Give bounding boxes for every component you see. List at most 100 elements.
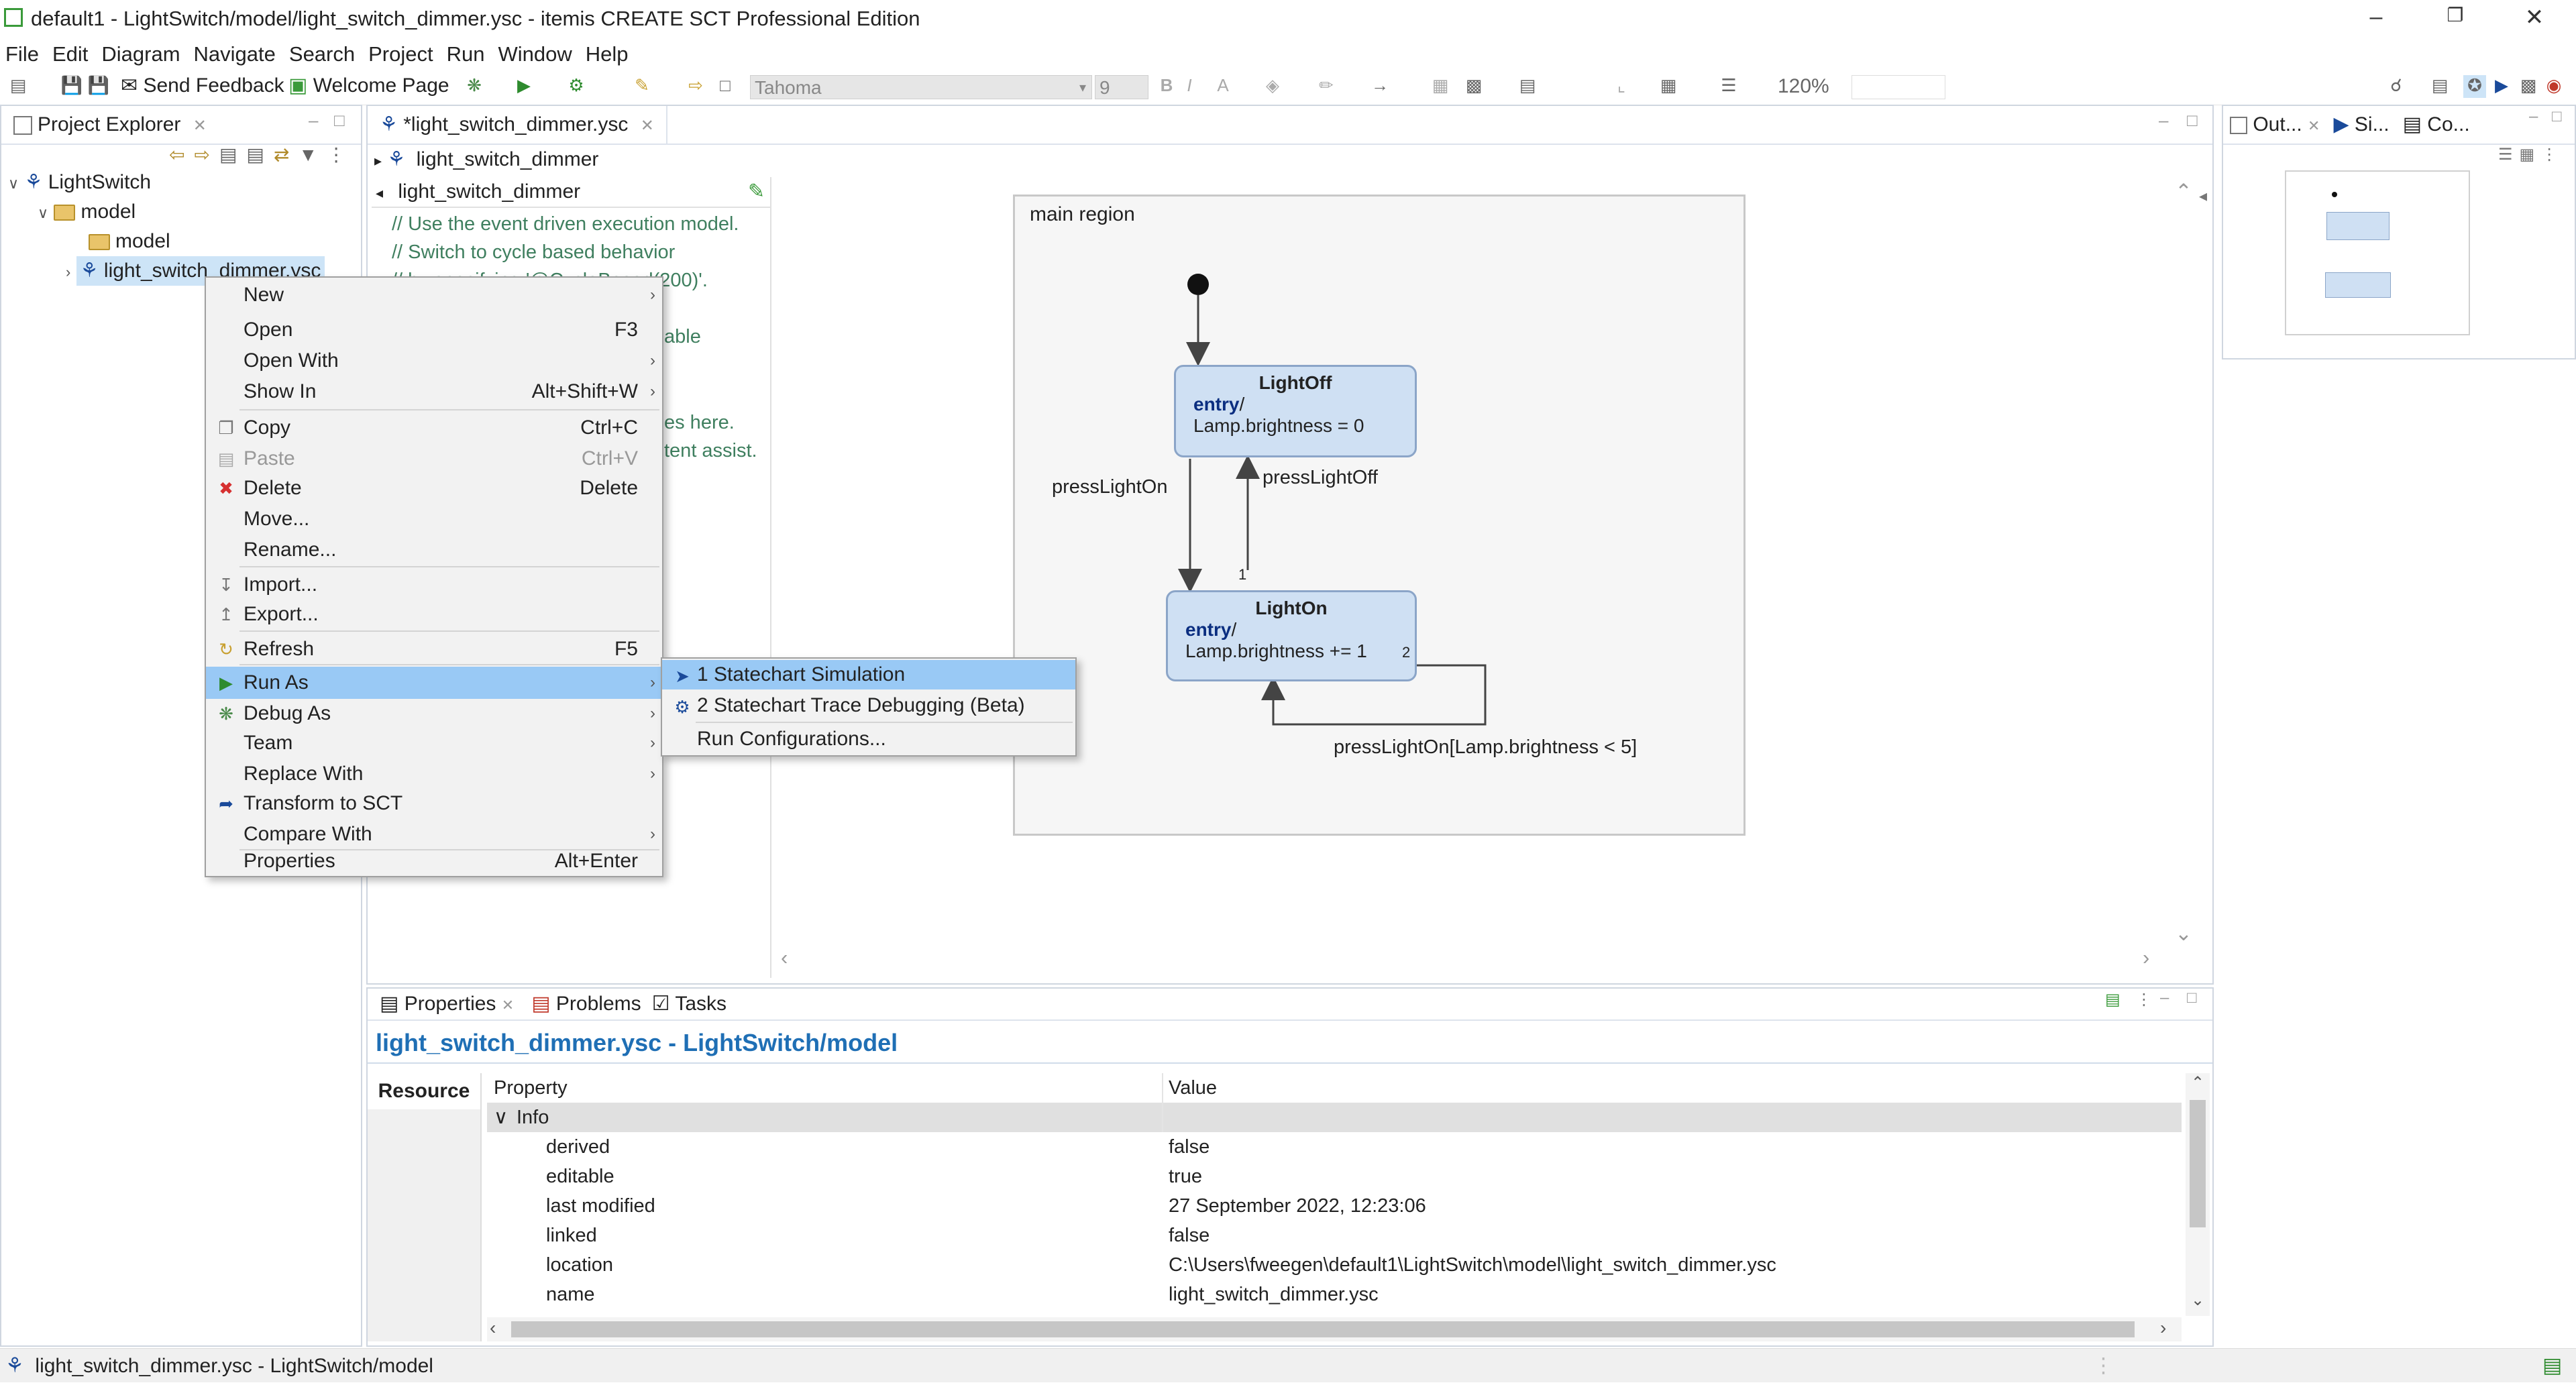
send-feedback-button[interactable]: ✉ Send Feedback bbox=[121, 74, 284, 97]
properties-vertical-scrollbar[interactable]: ⌃ ⌄ bbox=[2186, 1073, 2210, 1316]
menu-item-open[interactable]: Open F3 bbox=[206, 314, 662, 346]
menu-item-transform-to-sct[interactable]: ➦ Transform to SCT bbox=[206, 787, 662, 820]
scroll-left-icon[interactable]: ‹ bbox=[781, 946, 788, 970]
outline-thumbnail[interactable] bbox=[2285, 170, 2470, 335]
minimize-view-icon[interactable]: – bbox=[2160, 989, 2169, 1007]
table-row[interactable]: editable true bbox=[487, 1162, 2182, 1191]
chevron-down-icon[interactable]: ∨ bbox=[8, 175, 19, 192]
menu-item-replace-with[interactable]: Replace With › bbox=[206, 758, 662, 790]
menu-diagram[interactable]: Diagram bbox=[101, 39, 180, 70]
table-row[interactable]: location C:\Users\fweegen\default1\LightS… bbox=[487, 1250, 2182, 1280]
save-icon[interactable]: 💾 bbox=[60, 75, 83, 98]
transition-label-press-off[interactable]: pressLightOff bbox=[1263, 467, 1378, 489]
menu-project[interactable]: Project bbox=[368, 39, 433, 70]
menu-file[interactable]: File bbox=[5, 39, 39, 70]
palette-toggle-icon[interactable]: ◂ bbox=[2199, 186, 2207, 206]
horizontal-scrollbar[interactable]: ‹ › bbox=[774, 946, 2169, 969]
maximize-view-icon[interactable]: □ bbox=[334, 110, 345, 131]
minimize-view-icon[interactable]: – bbox=[2529, 107, 2538, 126]
comment-line-4[interactable]: able bbox=[664, 326, 701, 348]
restore-icon[interactable]: ❐ bbox=[2435, 4, 2475, 35]
font-name-select[interactable]: Tahoma ▾ bbox=[750, 75, 1092, 99]
tab-outline[interactable]: Out... ✕ bbox=[2223, 106, 2326, 144]
table-row[interactable]: linked false bbox=[487, 1221, 2182, 1250]
scroll-right-icon[interactable]: › bbox=[2160, 1317, 2166, 1339]
comment-line-2[interactable]: // Switch to cycle based behavior bbox=[392, 241, 675, 264]
close-icon[interactable]: ✕ bbox=[502, 997, 514, 1013]
menu-help[interactable]: Help bbox=[586, 39, 629, 70]
run-icon[interactable]: ▶ bbox=[513, 75, 535, 98]
fill-color-icon[interactable]: ◈ bbox=[1261, 75, 1284, 98]
sct-perspective-icon[interactable]: ✪ bbox=[2463, 75, 2486, 98]
tab-properties[interactable]: ▤ Properties ✕ bbox=[368, 989, 526, 1019]
expand-definition-icon[interactable]: ✎ bbox=[748, 177, 765, 207]
scrollbar-thumb[interactable] bbox=[2190, 1100, 2206, 1227]
line-color-icon[interactable]: ✏ bbox=[1315, 75, 1338, 98]
router-icon[interactable]: ⌞ bbox=[1610, 75, 1633, 98]
menu-item-export[interactable]: ↥ Export... bbox=[206, 598, 662, 630]
scroll-down-icon[interactable]: ⌄ bbox=[2191, 1290, 2204, 1310]
comment-line-5[interactable]: es here. bbox=[664, 412, 735, 434]
menu-item-move[interactable]: Move... bbox=[206, 503, 662, 535]
side-tab-resource[interactable]: Resource bbox=[368, 1073, 480, 1109]
heap-icon[interactable]: ▤ bbox=[2542, 1349, 2562, 1382]
collapse-left-icon[interactable]: ◂ bbox=[376, 184, 383, 201]
transition-label-self-loop[interactable]: pressLightOn[Lamp.brightness < 5] bbox=[1334, 736, 1637, 759]
maximize-view-icon[interactable]: □ bbox=[2552, 107, 2562, 126]
search-icon[interactable]: ☌ bbox=[2385, 75, 2408, 98]
perspective-icon[interactable]: ▤ bbox=[2428, 75, 2451, 98]
comment-line-1[interactable]: // Use the event driven execution model. bbox=[392, 213, 739, 235]
menu-item-open-with[interactable]: Open With › bbox=[206, 345, 662, 377]
scroll-down-icon[interactable]: ⌄ bbox=[2175, 922, 2192, 946]
view-menu-icon[interactable]: ⋮ bbox=[2136, 990, 2152, 1009]
minimize-icon[interactable]: – bbox=[2356, 4, 2396, 35]
column-header-value[interactable]: Value bbox=[1169, 1073, 1217, 1103]
maximize-view-icon[interactable]: □ bbox=[2187, 989, 2197, 1007]
table-row[interactable]: derived false bbox=[487, 1132, 2182, 1162]
tab-project-explorer[interactable]: Project Explorer ✕ bbox=[1, 106, 219, 144]
state-lightoff[interactable]: LightOff entry/ Lamp.brightness = 0 bbox=[1174, 365, 1417, 457]
font-color-icon[interactable]: A bbox=[1212, 75, 1234, 98]
maximize-view-icon[interactable]: □ bbox=[2187, 110, 2198, 131]
properties-horizontal-scrollbar[interactable]: ‹ › bbox=[487, 1317, 2182, 1341]
transition-label-press-on[interactable]: pressLightOn bbox=[1052, 476, 1168, 498]
menu-item-team[interactable]: Team › bbox=[206, 727, 662, 759]
submenu-item-statechart-simulation[interactable]: ➤ 1 Statechart Simulation bbox=[662, 660, 1075, 689]
link-editor-icon[interactable]: ⇄ bbox=[274, 144, 299, 165]
scrollbar-thumb[interactable] bbox=[511, 1321, 2135, 1337]
table-group-info[interactable]: ∨ Info bbox=[487, 1103, 2182, 1132]
menu-item-delete[interactable]: ✖ Delete Delete bbox=[206, 472, 662, 504]
view-menu-icon[interactable]: ⋮ bbox=[327, 144, 355, 165]
tree-item-model-folder[interactable]: ∨ model bbox=[38, 197, 136, 227]
filter-icon[interactable]: ▼ bbox=[299, 144, 327, 165]
link-icon[interactable]: ▤ bbox=[219, 144, 246, 165]
tab-tasks[interactable]: ☑ Tasks bbox=[647, 989, 732, 1019]
layout-icon[interactable]: ☰ bbox=[1717, 75, 1740, 98]
chevron-right-icon[interactable]: › bbox=[66, 264, 70, 280]
size-icon[interactable]: ▦ bbox=[1657, 75, 1680, 98]
tree-item-lightswitch[interactable]: ∨ ⚘ LightSwitch bbox=[8, 168, 151, 197]
menu-search[interactable]: Search bbox=[289, 39, 355, 70]
tab-light-switch-dimmer[interactable]: ⚘ *light_switch_dimmer.ysc ✕ bbox=[368, 106, 667, 144]
zoom-value[interactable]: 120% bbox=[1778, 75, 1829, 98]
scroll-up-icon[interactable]: ⌃ bbox=[2175, 180, 2192, 204]
diagram-canvas[interactable]: main region LightOff entry/ Lamp.brightn… bbox=[774, 177, 2195, 969]
select-icon[interactable]: ▩ bbox=[1462, 75, 1485, 98]
close-icon[interactable]: ✕ bbox=[2308, 117, 2320, 134]
scroll-left-icon[interactable]: ‹ bbox=[490, 1317, 496, 1339]
next-annotation-icon[interactable]: ⇨ bbox=[684, 75, 707, 98]
tab-simulation[interactable]: ▶ Si... bbox=[2326, 106, 2396, 144]
scroll-up-icon[interactable]: ⌃ bbox=[2191, 1073, 2204, 1093]
table-row[interactable]: last modified 27 September 2022, 12:23:06 bbox=[487, 1191, 2182, 1221]
bold-icon[interactable]: B bbox=[1155, 75, 1178, 98]
close-icon[interactable]: ✕ bbox=[193, 117, 207, 135]
back-icon[interactable]: ⇦ bbox=[169, 144, 194, 165]
forward-icon[interactable]: ⇨ bbox=[194, 144, 219, 165]
open-type-icon[interactable]: □ bbox=[714, 75, 737, 98]
chevron-down-icon[interactable]: ∨ bbox=[494, 1103, 508, 1132]
submenu-item-run-configurations[interactable]: Run Configurations... bbox=[662, 724, 1075, 754]
scroll-right-icon[interactable]: › bbox=[2143, 946, 2149, 970]
vertical-scrollbar[interactable]: ⌃ ⌄ bbox=[2172, 177, 2192, 948]
menu-item-refresh[interactable]: ↻ Refresh F5 bbox=[206, 633, 662, 665]
zoom-select[interactable] bbox=[1851, 75, 1945, 99]
